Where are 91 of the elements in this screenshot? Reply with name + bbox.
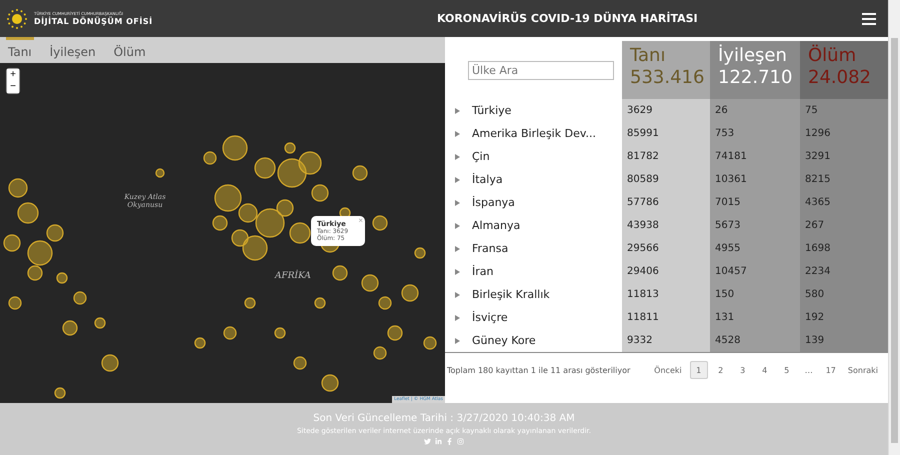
total-label: İyileşen [718, 45, 788, 67]
table-cell: 7015 [710, 191, 800, 214]
country-name: Birleşik Krallık [472, 288, 550, 301]
caret-icon[interactable] [455, 246, 460, 252]
caret-icon[interactable] [455, 176, 460, 182]
table-cell: 3629 [622, 99, 710, 122]
country-cell[interactable]: Birleşik Krallık [445, 283, 622, 306]
page-button[interactable]: 5 [778, 361, 796, 379]
country-name: Amerika Birleşik Dev... [472, 127, 596, 140]
map-label: AFRİKA [275, 271, 311, 281]
country-cell[interactable]: Amerika Birleşik Dev... [445, 122, 622, 145]
table-cell: 4955 [710, 237, 800, 260]
caret-icon[interactable] [455, 268, 460, 274]
sun-emblem-icon [6, 8, 28, 30]
scrollbar-thumb[interactable] [891, 38, 898, 443]
page-button[interactable]: 17 [822, 361, 840, 379]
total-value: 533.416 [630, 67, 702, 89]
table-cell: 10361 [710, 168, 800, 191]
table-cell: 2234 [800, 260, 888, 283]
country-cell[interactable]: İsviçre [445, 306, 622, 329]
total-label: Tanı [630, 45, 666, 67]
country-cell[interactable]: Türkiye [445, 99, 622, 122]
country-cell[interactable]: İran [445, 260, 622, 283]
table-cell: 43938 [622, 214, 710, 237]
next-button[interactable]: Sonraki [844, 361, 882, 379]
table-cell: 753 [710, 122, 800, 145]
country-name: Fransa [472, 242, 508, 255]
table-cell: 85991 [622, 122, 710, 145]
table-cell: 8215 [800, 168, 888, 191]
table-cell: 131 [710, 306, 800, 329]
table-cell: 1698 [800, 237, 888, 260]
page-button[interactable]: 1 [690, 361, 708, 379]
country-cell[interactable]: Almanya [445, 214, 622, 237]
table-cell: 57786 [622, 191, 710, 214]
table-cell: 192 [800, 306, 888, 329]
table-cell: 80589 [622, 168, 710, 191]
table-cell: 1296 [800, 122, 888, 145]
country-name: İtalya [472, 173, 503, 186]
page-button[interactable]: 3 [734, 361, 752, 379]
table-cell: 11813 [622, 283, 710, 306]
table-cell: 75 [800, 99, 888, 122]
table-cell: 29406 [622, 260, 710, 283]
table-info: Toplam 180 kayıttan 1 ile 11 arası gösteriliyor [447, 366, 630, 374]
table-cell: 5673 [710, 214, 800, 237]
caret-icon[interactable] [455, 222, 460, 228]
caret-icon[interactable] [455, 154, 460, 160]
country-cell[interactable]: Çin [445, 145, 622, 168]
page-title: KORONAVİRÜS COVID-19 DÜNYA HARİTASI [436, 12, 699, 25]
country-cell[interactable]: Fransa [445, 237, 622, 260]
table-cell: 267 [800, 214, 888, 237]
table-cell: 11811 [622, 306, 710, 329]
table-cell: 139 [800, 329, 888, 352]
table-cell: 4365 [800, 191, 888, 214]
table-cell: 3291 [800, 145, 888, 168]
country-name: Güney Kore [472, 334, 536, 347]
total-label: Ölüm [808, 45, 858, 67]
page-button[interactable]: 4 [756, 361, 774, 379]
map-tab[interactable]: Ölüm [112, 37, 148, 63]
table-cell: 9332 [622, 329, 710, 352]
page-button[interactable]: … [800, 361, 818, 379]
table-cell: 81782 [622, 145, 710, 168]
caret-icon[interactable] [455, 338, 460, 344]
table-cell: 26 [710, 99, 800, 122]
page-button[interactable]: 2 [712, 361, 730, 379]
table-cell: 580 [800, 283, 888, 306]
country-name: İran [472, 265, 494, 278]
previous-button[interactable]: Önceki [650, 361, 686, 379]
caret-icon[interactable] [455, 292, 460, 298]
table-cell: 74181 [710, 145, 800, 168]
country-name: Türkiye [472, 104, 512, 117]
country-cell[interactable]: İtalya [445, 168, 622, 191]
menu-icon[interactable] [862, 12, 876, 24]
search-field[interactable]: Ülke Ara [468, 60, 614, 80]
org-name: DİJİTAL DÖNÜŞÜM OFİSİ [34, 17, 153, 26]
total-value: 122.710 [718, 67, 792, 89]
caret-icon[interactable] [455, 108, 460, 114]
table-cell: 10457 [710, 260, 800, 283]
country-name: İsviçre [472, 311, 508, 324]
total-value: 24.082 [808, 67, 872, 89]
country-cell[interactable]: Güney Kore [445, 329, 622, 352]
country-name: Almanya [472, 219, 520, 232]
country-cell[interactable]: İspanya [445, 191, 622, 214]
country-name: İspanya [472, 196, 515, 209]
caret-icon[interactable] [455, 130, 460, 136]
caret-icon[interactable] [455, 314, 460, 320]
table-cell: 29566 [622, 237, 710, 260]
table-cell: 4528 [710, 329, 800, 352]
country-name: Çin [472, 150, 490, 163]
map-tab[interactable]: İyileşen [48, 37, 98, 63]
table-cell: 150 [710, 283, 800, 306]
caret-icon[interactable] [455, 200, 460, 206]
